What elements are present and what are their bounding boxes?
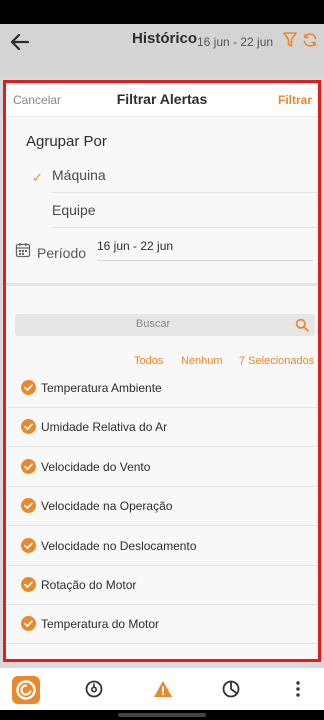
back-arrow-icon[interactable] [8,30,32,54]
select-none-button[interactable]: Nenhum [181,355,223,367]
list-item-label: Umidade Relativa do Ar [41,420,168,434]
group-option-team[interactable]: Equipe [52,194,318,228]
list-item-label: Temperatura Ambiente [41,381,162,395]
list-item-label: Velocidade no Deslocamento [41,539,197,553]
home-indicator [0,710,324,720]
selected-count: 7 Selecionados [239,355,315,367]
logo-icon[interactable] [12,676,40,704]
gauge-icon[interactable] [84,679,104,699]
list-item[interactable]: Velocidade do Vento [6,448,318,487]
filter-alerts-modal: Cancelar Filtrar Alertas Filtrar Agrupar… [3,80,321,662]
search-icon[interactable] [295,318,309,332]
modal-header: Cancelar Filtrar Alertas Filtrar [6,83,318,117]
list-item[interactable]: Velocidade no Deslocamento [6,527,318,566]
list-item[interactable]: Rotação do Motor [6,566,318,605]
calendar-icon [15,243,31,258]
group-by-label: Agrupar Por [26,133,107,150]
list-item-label: Temperatura do Motor [41,617,160,631]
status-bar [0,0,324,24]
page-title: Histórico [132,30,198,47]
search-input[interactable]: Buscar [15,314,315,336]
group-option-label: Equipe [52,202,96,218]
checked-circle-icon [21,459,36,474]
group-by-section: Agrupar Por ✓ Máquina Equipe Período 16 … [6,117,318,283]
checked-circle-icon [21,380,36,395]
home-pill[interactable] [118,713,206,717]
list-item-label: Velocidade na Operação [41,499,173,513]
list-item[interactable]: Velocidade na Operação [6,487,318,526]
filter-icon[interactable] [283,32,297,48]
list-item[interactable]: Umidade Relativa do Ar [6,408,318,447]
list-item-label: Rotação do Motor [41,578,137,592]
list-item-label: Velocidade do Vento [41,460,151,474]
more-vertical-icon[interactable] [288,679,308,699]
modal-title: Filtrar Alertas [116,91,208,107]
checked-circle-icon [21,498,36,513]
list-item[interactable]: Temperatura do Motor [6,605,318,644]
section-divider [6,283,318,286]
list-item[interactable]: Temperatura Ambiente [6,369,318,408]
checkmark-icon: ✓ [32,170,43,185]
filter-button[interactable]: Filtrar [278,93,312,107]
checked-circle-icon [21,419,36,434]
app-bar: Histórico 16 jun - 22 jun [0,24,324,76]
search-placeholder: Buscar [135,318,171,330]
checked-circle-icon [21,538,36,553]
bottom-nav [0,668,324,710]
group-option-label: Máquina [52,167,106,183]
pie-chart-icon[interactable] [221,679,241,699]
refresh-icon[interactable] [302,32,318,48]
checked-circle-icon [21,616,36,631]
date-range: 16 jun - 22 jun [197,35,274,49]
select-all-button[interactable]: Todos [134,355,163,367]
alert-icon[interactable] [153,679,173,699]
period-label: Período [37,245,87,261]
period-field[interactable]: 16 jun - 22 jun [97,239,313,261]
group-option-machine[interactable]: Máquina [52,159,318,193]
checked-circle-icon [21,577,36,592]
